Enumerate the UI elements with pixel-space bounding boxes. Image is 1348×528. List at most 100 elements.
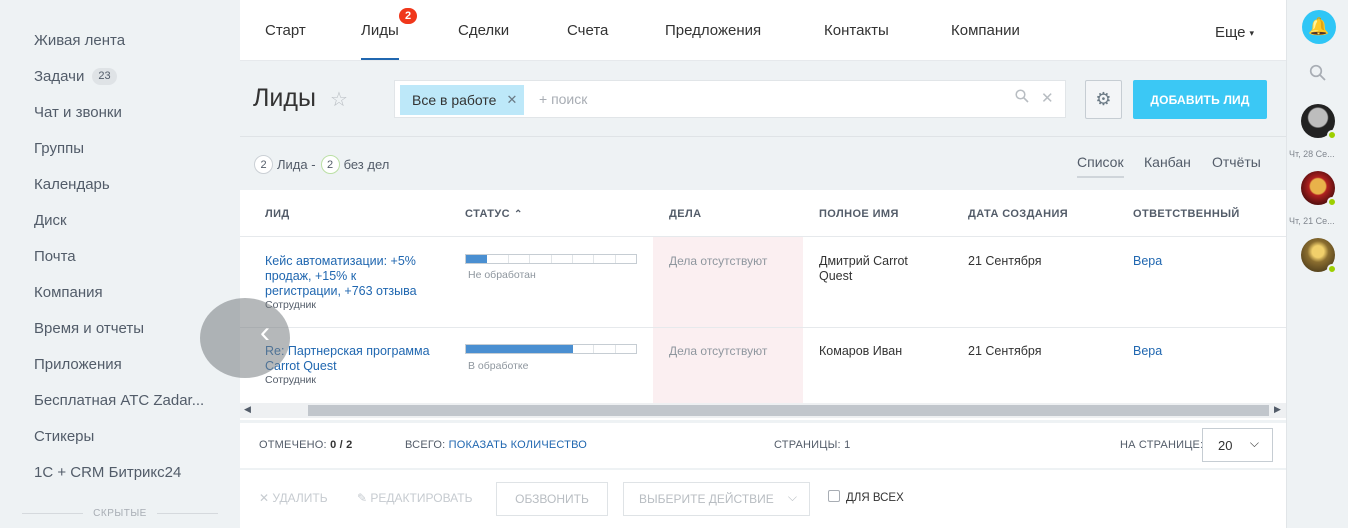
show-count-link[interactable]: Показать количество	[449, 439, 587, 451]
header-label: Статус	[465, 208, 510, 220]
sidebar-item-company[interactable]: Компания	[34, 281, 103, 303]
divider	[240, 327, 1286, 328]
leads-badge: 2	[399, 8, 418, 24]
gear-icon: ⚙	[1095, 89, 1112, 109]
progress-segment	[530, 255, 552, 263]
scroll-left-arrow-icon[interactable]: ◀	[244, 404, 251, 415]
search-input[interactable]: + поиск	[539, 91, 587, 107]
delete-button[interactable]: ✕ Удалить	[259, 491, 328, 505]
progress-segment	[573, 255, 595, 263]
progress-segment	[551, 345, 573, 353]
sidebar-item-disk[interactable]: Диск	[34, 209, 67, 231]
per-page-label: На странице:	[1120, 439, 1204, 451]
caret-down-icon: ▾	[1249, 27, 1255, 38]
tab-companies[interactable]: Компании	[951, 22, 1020, 60]
for-all-checkbox[interactable]	[828, 490, 840, 502]
sidebar-item-time-reports[interactable]: Время и отчеты	[34, 317, 144, 339]
remove-filter-icon[interactable]: ✕	[507, 85, 518, 115]
progress-segment	[594, 255, 616, 263]
call-button[interactable]: Обзвонить	[496, 482, 608, 516]
horizontal-scrollbar[interactable]: ◀ ▶	[240, 403, 1286, 418]
pencil-icon: ✎	[357, 491, 368, 505]
sidebar-item-groups[interactable]: Группы	[34, 137, 84, 159]
responsible-link[interactable]: Вера	[1133, 344, 1162, 359]
leads-table: Лид Статус ⌃ Дела Полное имя Дата создани…	[200, 190, 1286, 420]
tab-leads[interactable]: Лиды 2	[361, 8, 418, 60]
online-indicator	[1327, 264, 1337, 274]
status-progress-bar[interactable]	[465, 344, 637, 354]
column-header-status[interactable]: Статус ⌃	[465, 208, 523, 220]
sidebar-item-chat[interactable]: Чат и звонки	[34, 101, 122, 123]
sidebar-item-label: Почта	[34, 247, 76, 265]
edit-label: Редактировать	[370, 491, 473, 505]
add-lead-button[interactable]: ДОБАВИТЬ ЛИД	[1133, 80, 1267, 119]
column-header-activities[interactable]: Дела	[669, 208, 701, 220]
search-icon[interactable]	[1015, 89, 1029, 107]
scrollbar-thumb[interactable]	[308, 405, 1269, 416]
choose-action-select[interactable]: Выберите действие ⌵	[623, 482, 810, 516]
full-name-cell: Комаров Иван	[819, 344, 903, 358]
no-activity-count-badge[interactable]: 2	[320, 155, 340, 174]
sidebar-item-apps[interactable]: Приложения	[34, 353, 122, 375]
sidebar-item-label: Компания	[34, 283, 103, 301]
sidebar-item-1c-crm[interactable]: 1С + CRM Битрикс24	[34, 461, 181, 483]
view-kanban[interactable]: Канбан	[1144, 154, 1191, 170]
tab-quotes[interactable]: Предложения	[665, 22, 761, 60]
more-menu-button[interactable]: Еще ▾	[1215, 24, 1254, 41]
progress-segment	[530, 345, 552, 353]
table-footer: Отмечено: 0 / 2 Всего: Показать количест…	[240, 423, 1286, 468]
column-header-full-name[interactable]: Полное имя	[819, 208, 899, 220]
notifications-button[interactable]: 🔔	[1302, 10, 1336, 44]
tab-contacts[interactable]: Контакты	[824, 22, 889, 60]
sidebar-item-pbx[interactable]: Бесплатная АТС Zadar...	[34, 389, 204, 411]
sidebar-item-feed[interactable]: Живая лента	[34, 29, 125, 51]
sidebar-item-label: Чат и звонки	[34, 103, 122, 121]
chevron-down-icon: ⌵	[1249, 436, 1259, 450]
selected-value: 0 / 2	[330, 439, 353, 451]
pages-value[interactable]: 1	[844, 439, 850, 451]
sidebar-item-label: Приложения	[34, 355, 122, 373]
total-label: Всего:	[405, 439, 446, 451]
sidebar-item-mail[interactable]: Почта	[34, 245, 76, 267]
sidebar-hidden-section[interactable]: Скрытые	[22, 508, 219, 519]
sidebar-item-stickers[interactable]: Стикеры	[34, 425, 94, 447]
avatar[interactable]	[1301, 238, 1337, 274]
tab-deals[interactable]: Сделки	[458, 22, 509, 60]
lead-counters: 2 Лида - 2 без дел	[254, 155, 389, 174]
sidebar-item-calendar[interactable]: Календарь	[34, 173, 110, 195]
settings-button[interactable]: ⚙	[1085, 80, 1122, 119]
search-icon[interactable]	[1309, 64, 1326, 86]
star-icon[interactable]: ☆	[330, 87, 348, 112]
tab-invoices[interactable]: Счета	[567, 22, 608, 60]
clear-icon[interactable]: ✕	[1041, 89, 1054, 107]
responsible-link[interactable]: Вера	[1133, 254, 1162, 269]
tab-start[interactable]: Старт	[265, 22, 306, 60]
lead-title-link[interactable]: Кейс автоматизации: +5% продаж, +15% к р…	[265, 254, 435, 299]
scroll-right-arrow-icon[interactable]: ▶	[1274, 404, 1281, 415]
avatar[interactable]	[1301, 104, 1337, 140]
sidebar-item-tasks[interactable]: Задачи 23	[34, 65, 117, 87]
sidebar-item-label: Стикеры	[34, 427, 95, 445]
sidebar-item-label: Бесплатная АТС Zadar...	[34, 391, 205, 409]
avatar[interactable]	[1301, 171, 1337, 207]
tab-label: Лиды	[361, 22, 399, 39]
progress-segment	[466, 255, 488, 263]
per-page-select[interactable]: 20 ⌵	[1202, 428, 1273, 462]
edit-button[interactable]: ✎ Редактировать	[357, 491, 472, 505]
column-header-responsible[interactable]: Ответственный	[1133, 208, 1240, 220]
for-all-label: Для всех	[846, 492, 904, 504]
filter-preset-tag[interactable]: Все в работе ✕	[400, 85, 525, 115]
scroll-left-button[interactable]: ‹	[200, 298, 290, 378]
sidebar-item-label: Задачи	[34, 67, 85, 85]
more-label: Еще	[1215, 24, 1246, 41]
page-title: Лиды	[253, 84, 316, 112]
view-reports[interactable]: Отчёты	[1212, 154, 1261, 170]
column-header-lead[interactable]: Лид	[265, 208, 290, 220]
progress-segment	[552, 255, 573, 263]
lead-title-link[interactable]: Re: Партнерская программа Carrot Quest	[265, 344, 435, 374]
filter-search-box[interactable]: Все в работе ✕ + поиск ✕	[394, 80, 1066, 118]
column-header-created[interactable]: Дата создания	[968, 208, 1068, 220]
activities-cell: Дела отсутствуют	[669, 344, 768, 358]
status-progress-bar[interactable]	[465, 254, 637, 264]
view-list[interactable]: Список	[1077, 154, 1124, 178]
